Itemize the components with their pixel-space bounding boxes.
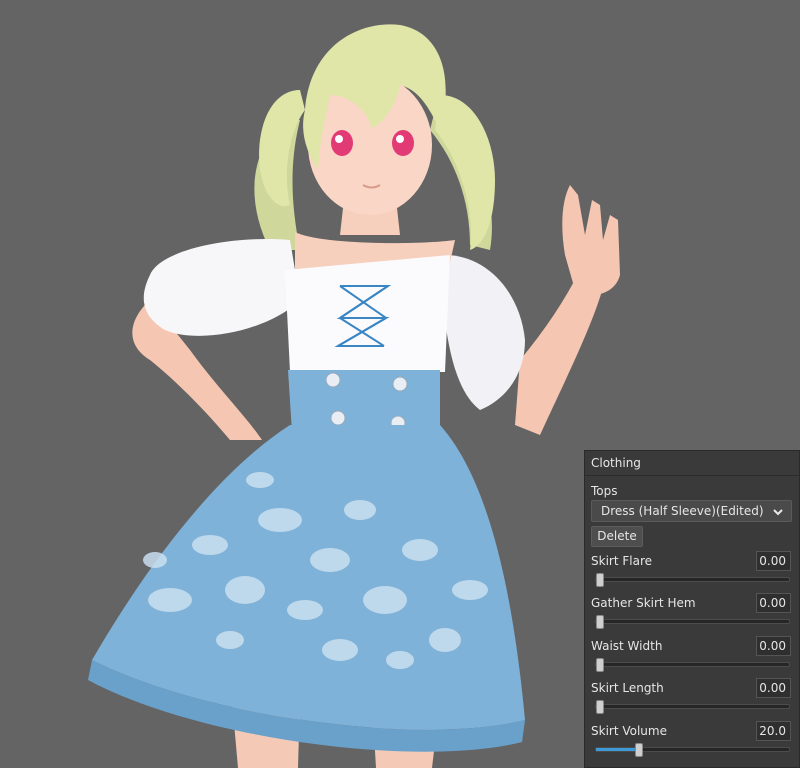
blouse [285,255,450,372]
clothing-panel: Clothing Tops Dress (Half Sleeve)(Edited… [584,450,800,768]
skirt-length-slider: Skirt Length 0.00 [585,678,800,720]
tops-dropdown-value: Dress (Half Sleeve)(Edited) [601,504,764,518]
slider-label: Waist Width [591,639,663,653]
slider-fill [596,748,635,751]
slider-value-field[interactable]: 0.00 [756,678,791,698]
slider-thumb[interactable] [596,658,604,672]
slider-label: Gather Skirt Hem [591,596,696,610]
slider-label: Skirt Volume [591,724,667,738]
slider-thumb[interactable] [596,573,604,587]
delete-button[interactable]: Delete [591,526,643,547]
slider-track[interactable] [595,700,790,714]
slider-value-field[interactable]: 0.00 [756,636,791,656]
slider-track[interactable] [595,573,790,587]
tops-dropdown[interactable]: Dress (Half Sleeve)(Edited) [591,500,792,522]
slider-track[interactable] [595,615,790,629]
slider-label: Skirt Flare [591,554,652,568]
tops-label: Tops [591,484,618,498]
slider-thumb[interactable] [596,700,604,714]
slider-label: Skirt Length [591,681,664,695]
slider-value-field[interactable]: 0.00 [756,551,791,571]
slider-thumb[interactable] [634,743,643,757]
avatar-viewport[interactable]: Clothing Tops Dress (Half Sleeve)(Edited… [0,0,800,768]
panel-title: Clothing [591,456,641,470]
waist-width-slider: Waist Width 0.00 [585,636,800,678]
slider-value-field[interactable]: 0.00 [756,593,791,613]
chevron-down-icon [773,509,783,516]
slider-thumb[interactable] [596,615,604,629]
waving-arm [515,185,620,435]
gather-skirt-hem-slider: Gather Skirt Hem 0.00 [585,593,800,635]
skirt [92,425,525,730]
corset [288,370,440,432]
skirt-flare-slider: Skirt Flare 0.00 [585,551,800,593]
slider-track[interactable] [595,743,790,757]
panel-divider [585,475,799,476]
slider-value-field[interactable]: 20.0 [756,721,791,741]
skirt-volume-slider: Skirt Volume 20.0 [585,721,800,763]
slider-track[interactable] [595,658,790,672]
